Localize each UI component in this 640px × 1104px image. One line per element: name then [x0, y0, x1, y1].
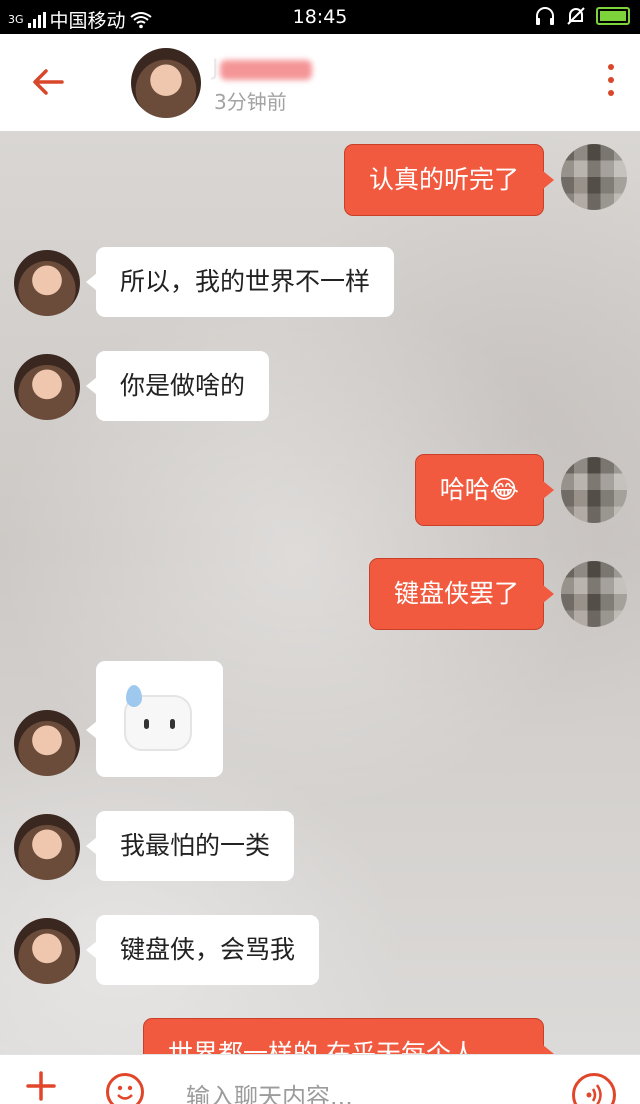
message-bubble-outgoing[interactable]: 世界都一样的 在乎天每个人: [143, 1018, 554, 1054]
contact-avatar[interactable]: [14, 250, 80, 316]
sticker-message[interactable]: [86, 661, 223, 777]
chat-header: J 3分钟前: [0, 34, 640, 132]
contact-name: J: [212, 54, 312, 82]
message-text: 哈哈😂: [439, 475, 519, 504]
my-avatar[interactable]: [561, 457, 627, 523]
message-text: 认真的听完了: [368, 165, 519, 194]
contact-name-text: J: [212, 56, 219, 81]
headphones-icon: [536, 7, 554, 25]
more-options-icon[interactable]: [606, 64, 616, 100]
message-text: 我最怕的一类: [120, 831, 271, 860]
message-bubble-incoming[interactable]: 我最怕的一类: [85, 811, 295, 881]
contact-avatar[interactable]: [14, 918, 80, 984]
message-text: 世界都一样的 在乎天每个人: [168, 1039, 476, 1054]
message-bubble-incoming[interactable]: 所以，我的世界不一样: [85, 247, 395, 317]
plus-icon[interactable]: [24, 1069, 58, 1103]
message-bubble-outgoing[interactable]: 键盘侠罢了: [368, 558, 555, 630]
message-text: 键盘侠罢了: [393, 579, 519, 608]
message-bubble-incoming[interactable]: 你是做啥的: [85, 351, 270, 421]
message-text: 所以，我的世界不一样: [120, 267, 371, 296]
contact-avatar[interactable]: [14, 354, 80, 420]
contact-avatar[interactable]: [14, 710, 80, 776]
redacted-name-blur: [220, 60, 312, 80]
my-avatar[interactable]: [561, 144, 627, 210]
message-text: 你是做啥的: [120, 371, 246, 400]
message-bubble-outgoing[interactable]: 哈哈😂: [414, 454, 555, 526]
chat-area[interactable]: 认真的听完了 所以，我的世界不一样 你是做啥的 哈哈😂 键盘侠罢了 我最怕的一类…: [0, 132, 640, 1054]
voice-icon[interactable]: [572, 1073, 616, 1104]
message-input[interactable]: 输入聊天内容...: [186, 1077, 353, 1104]
input-bar: 输入聊天内容...: [0, 1054, 640, 1104]
status-bar: 3G 中国移动 18:45: [0, 0, 640, 34]
contact-avatar[interactable]: [131, 48, 201, 118]
contact-avatar[interactable]: [14, 814, 80, 880]
last-seen-text: 3分钟前: [214, 90, 287, 114]
sweat-drop-icon: [126, 685, 142, 707]
message-bubble-outgoing[interactable]: 认真的听完了: [343, 144, 555, 216]
mute-bell-icon: [567, 7, 585, 25]
my-avatar[interactable]: [561, 561, 627, 627]
emoji-icon[interactable]: [106, 1073, 144, 1104]
back-arrow-icon[interactable]: [28, 62, 68, 102]
message-text: 键盘侠，会骂我: [120, 935, 296, 964]
message-bubble-incoming[interactable]: 键盘侠，会骂我: [85, 915, 320, 985]
battery-icon: [596, 7, 630, 25]
